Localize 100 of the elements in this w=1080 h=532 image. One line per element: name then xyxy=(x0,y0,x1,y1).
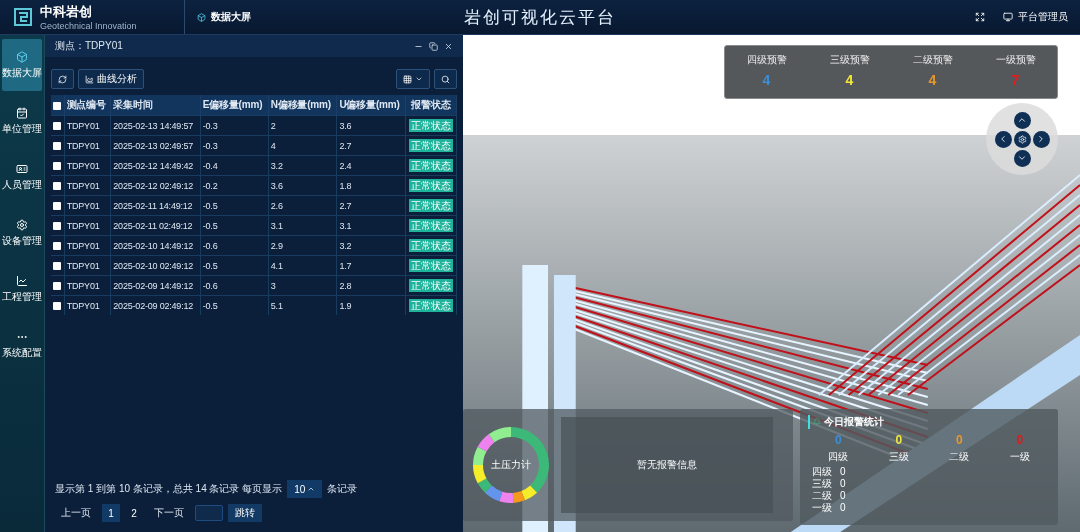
warning-label: 三级预警 xyxy=(829,53,870,67)
close-icon[interactable] xyxy=(444,41,453,51)
down-button[interactable] xyxy=(1013,149,1031,167)
chart-icon xyxy=(16,274,28,287)
column-header: U偏移量(mm) xyxy=(336,95,406,116)
level-label: 四级 xyxy=(812,466,832,478)
grid-icon xyxy=(403,74,412,84)
left-button[interactable] xyxy=(994,130,1012,148)
fullscreen-icon[interactable] xyxy=(975,12,985,22)
sidebar-item[interactable]: 单位管理 xyxy=(2,95,42,147)
table-cell: -0.5 xyxy=(200,215,269,236)
checkbox[interactable] xyxy=(53,101,61,110)
jump-button[interactable]: 跳转 xyxy=(228,504,262,522)
donut-label: 土压力计 xyxy=(491,458,531,472)
table-cell: TDPY01 xyxy=(64,195,111,216)
caret-icon xyxy=(415,75,423,83)
table-cell: 2.7 xyxy=(336,195,406,216)
column-header: 报警状态 xyxy=(405,95,457,116)
table-cell: -0.6 xyxy=(200,275,269,296)
platform-title: 岩创可视化云平台 xyxy=(464,6,616,29)
cube-icon xyxy=(16,50,28,63)
status-badge: 正常状态 xyxy=(409,118,453,132)
table-cell: 3.1 xyxy=(336,215,406,236)
records-summary: 显示第 1 到第 10 条记录，总共 14 条记录 每页显示 xyxy=(55,482,283,496)
warning-count: 4 xyxy=(762,72,771,88)
table-cell: 3.2 xyxy=(268,155,337,176)
table-cell: 2.4 xyxy=(336,155,406,176)
column-header: 测点编号 xyxy=(64,95,111,116)
logo-icon xyxy=(14,8,32,26)
warning-count: 7 xyxy=(1011,72,1020,88)
up-button[interactable] xyxy=(1013,111,1031,129)
sidebar-item[interactable]: 人员管理 xyxy=(2,151,42,203)
table-cell: 2025-02-09 02:49:12 xyxy=(110,295,201,315)
prev-page-link[interactable]: 上一页 xyxy=(61,506,91,520)
checkbox[interactable] xyxy=(53,122,61,131)
next-page-link[interactable]: 下一页 xyxy=(154,506,184,520)
alarm-message: 暂无报警信息 xyxy=(637,458,697,472)
area-chart-icon xyxy=(85,74,94,84)
table-cell: 3.2 xyxy=(336,235,406,256)
status-badge: 正常状态 xyxy=(409,298,453,312)
table-cell: TDPY01 xyxy=(64,135,111,156)
refresh-icon xyxy=(58,74,67,84)
page-button[interactable]: 2 xyxy=(125,504,143,522)
table-cell: 4 xyxy=(268,135,337,156)
chevron-up-icon xyxy=(1017,115,1027,125)
sidebar-item[interactable]: 系统配置 xyxy=(2,319,42,371)
level-label: 三级 xyxy=(812,478,832,490)
table-cell: 2025-02-10 14:49:12 xyxy=(110,235,201,256)
page-button[interactable]: 1 xyxy=(102,504,120,522)
table-cell: 3 xyxy=(268,275,337,296)
level-count: 0 xyxy=(840,490,846,502)
checkbox[interactable] xyxy=(53,182,61,191)
logo-subtitle: Geotechnical Innovation xyxy=(40,21,137,31)
checkbox[interactable] xyxy=(53,162,61,171)
dashboard-tab[interactable]: 数据大屏 xyxy=(184,0,251,34)
stat-count: 0 xyxy=(895,433,903,447)
table-cell: TDPY01 xyxy=(64,275,111,296)
monitor-icon xyxy=(1003,12,1013,22)
column-header: N偏移量(mm) xyxy=(268,95,337,116)
page-input-field[interactable] xyxy=(195,505,223,521)
panel-title: 测点：TDPY01 xyxy=(55,39,123,53)
table-cell: 2025-02-13 14:49:57 xyxy=(110,115,201,136)
sidebar-item[interactable]: 工程管理 xyxy=(2,263,42,315)
level-label: 一级 xyxy=(812,502,832,514)
checkbox[interactable] xyxy=(53,242,61,251)
sidebar-item[interactable]: 数据大屏 xyxy=(2,39,42,91)
center-button[interactable] xyxy=(1013,130,1031,148)
table-cell: 5.1 xyxy=(268,295,337,315)
status-badge: 正常状态 xyxy=(409,178,453,192)
checkbox[interactable] xyxy=(53,222,61,231)
chevron-down-icon xyxy=(1017,153,1027,163)
checkbox[interactable] xyxy=(53,262,61,271)
checkbox[interactable] xyxy=(53,202,61,211)
table-cell: 2025-02-11 02:49:12 xyxy=(110,215,201,236)
stat-label: 一级 xyxy=(1009,450,1030,464)
right-button[interactable] xyxy=(1032,130,1050,148)
status-badge: 正常状态 xyxy=(409,158,453,172)
table-cell: -0.3 xyxy=(200,115,269,136)
level-count: 0 xyxy=(840,502,846,514)
checkbox[interactable] xyxy=(53,302,61,311)
columns-button[interactable] xyxy=(396,69,430,89)
restore-icon[interactable] xyxy=(429,41,438,51)
table-cell: 3.6 xyxy=(336,115,406,136)
curve-analysis-button[interactable]: 曲线分析 xyxy=(78,69,144,89)
warning-count: 4 xyxy=(845,72,854,88)
column-header: E偏移量(mm) xyxy=(200,95,269,116)
user-name[interactable]: 平台管理员 xyxy=(1018,10,1068,24)
table-cell: 4.1 xyxy=(268,255,337,276)
warning-label: 一级预警 xyxy=(995,53,1036,67)
page-size-select[interactable]: 10 xyxy=(287,480,323,498)
search-button[interactable] xyxy=(434,69,457,89)
checkbox[interactable] xyxy=(53,282,61,291)
table-cell: 1.9 xyxy=(336,295,406,315)
table-cell: TDPY01 xyxy=(64,115,111,136)
checkbox[interactable] xyxy=(53,142,61,151)
refresh-button[interactable] xyxy=(51,69,74,89)
sidebar-item[interactable]: 设备管理 xyxy=(2,207,42,259)
status-badge: 正常状态 xyxy=(409,138,453,152)
table-cell: 2025-02-12 02:49:12 xyxy=(110,175,201,196)
logo-name: 中科岩创 xyxy=(40,3,93,21)
